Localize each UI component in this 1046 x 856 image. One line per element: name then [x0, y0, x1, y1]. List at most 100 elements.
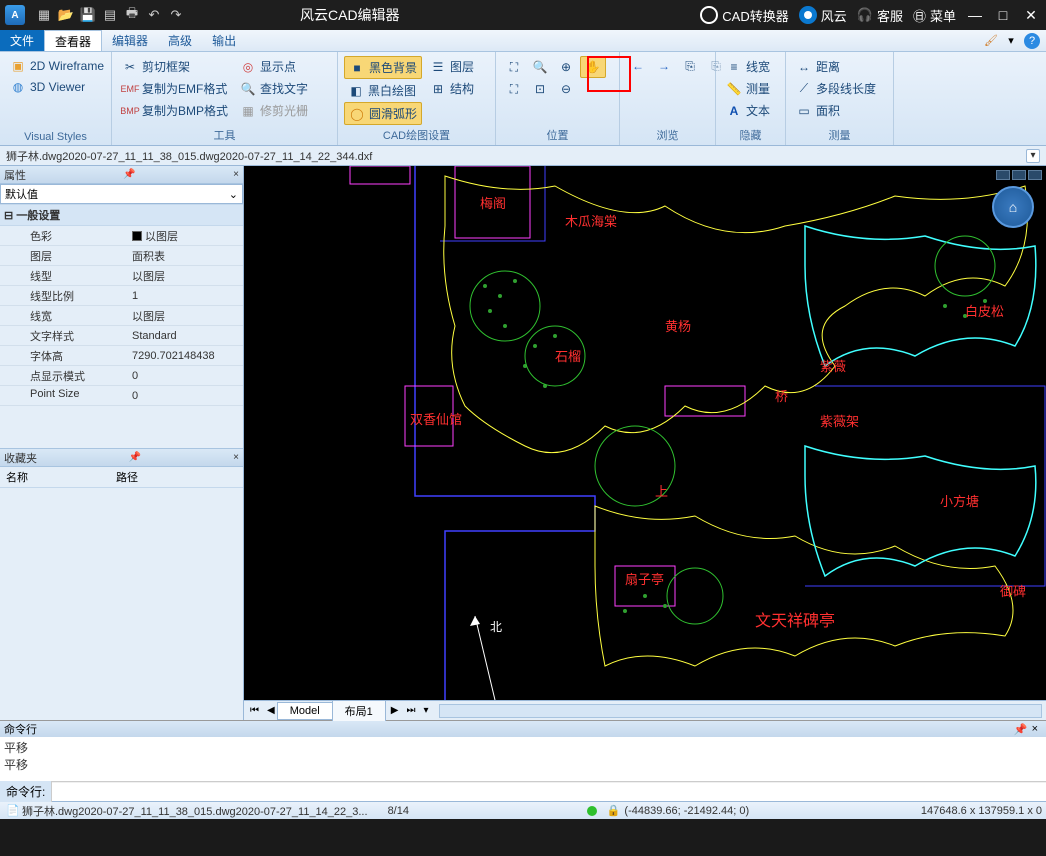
tab-dropdown-icon[interactable]: ▾ — [422, 705, 431, 716]
tab-output[interactable]: 输出 — [202, 30, 246, 51]
canvas-max-icon[interactable] — [1012, 170, 1026, 180]
zoom-in-icon: ⊕ — [558, 59, 574, 75]
prop-value[interactable]: 以图层 — [128, 306, 243, 325]
maximize-button[interactable]: □ — [994, 6, 1012, 24]
prop-value[interactable]: 0 — [128, 386, 243, 405]
clip-frame-button[interactable]: ✂剪切框架 — [118, 56, 232, 77]
zoom-extents-button[interactable]: 🔍 — [528, 56, 552, 78]
nav-copy-button[interactable]: ⎘ — [704, 56, 728, 76]
copy-emf-button[interactable]: EMF复制为EMF格式 — [118, 78, 232, 99]
open-icon[interactable]: 📂 — [58, 7, 74, 23]
tab-first-icon[interactable]: ⏮ — [248, 705, 261, 716]
h-scrollbar[interactable] — [439, 704, 1042, 718]
zoom-sel-button[interactable]: ⊡ — [528, 79, 552, 99]
redo-icon[interactable]: ↷ — [168, 7, 184, 23]
tab-viewer[interactable]: 查看器 — [44, 30, 102, 51]
help-icon[interactable]: ? — [1024, 33, 1040, 49]
polyline-len-button[interactable]: ⟋多段线长度 — [792, 78, 880, 99]
dropdown-icon[interactable]: ▾ — [1004, 34, 1018, 48]
zoom-window-button[interactable]: ⛶ — [502, 56, 526, 78]
nav-export-button[interactable]: ⎘ — [678, 56, 702, 76]
viewer-3d-button[interactable]: ◍3D Viewer — [6, 77, 108, 97]
prop-row[interactable]: 点显示模式0 — [0, 366, 243, 386]
fav-col-path: 路径 — [110, 469, 144, 485]
tab-last-icon[interactable]: ⏭ — [405, 705, 418, 716]
command-input[interactable] — [52, 783, 1046, 801]
distance-button[interactable]: ↔距离 — [792, 56, 880, 77]
prop-value[interactable]: 1 — [128, 286, 243, 305]
prop-value[interactable]: 0 — [128, 366, 243, 385]
prop-row[interactable]: 色彩以图层 — [0, 226, 243, 246]
prop-value[interactable]: 7290.702148438 — [128, 346, 243, 365]
save-icon[interactable]: 💾 — [80, 7, 96, 23]
zoom-out-button[interactable]: ⊖ — [554, 79, 578, 99]
wireframe-2d-button[interactable]: ▣2D Wireframe — [6, 56, 108, 76]
prop-section[interactable]: ⊟ 一般设置 — [0, 204, 243, 226]
panel-close-icon[interactable]: × — [1028, 723, 1042, 735]
structure-button[interactable]: ⊞结构 — [426, 78, 478, 99]
close-doc-button[interactable]: ▾ — [1026, 149, 1040, 163]
zoom-all-button[interactable]: ⛶ — [502, 79, 526, 99]
pin-icon[interactable]: 📌 — [1014, 723, 1028, 736]
drawing-canvas[interactable]: ⌂ — [244, 166, 1046, 700]
line-width-button[interactable]: ≡线宽 — [722, 56, 774, 77]
polyline-icon: ⟋ — [796, 81, 812, 97]
prop-row[interactable]: Point Size0 — [0, 386, 243, 406]
panel-close-icon[interactable]: × — [233, 169, 239, 180]
tab-prev-icon[interactable]: ◀ — [265, 705, 277, 716]
prop-value[interactable]: 面积表 — [128, 246, 243, 265]
cad-converter-button[interactable]: CAD转换器 — [700, 6, 788, 25]
bw-draw-button[interactable]: ◧黑白绘图 — [344, 80, 422, 101]
print-icon[interactable]: 🖶 — [124, 7, 140, 23]
status-dims: 147648.6 x 137959.1 x 0 — [921, 805, 1042, 817]
tab-model[interactable]: Model — [277, 702, 333, 720]
canvas-close-icon[interactable] — [1028, 170, 1042, 180]
zoom-in-button[interactable]: ⊕ — [554, 56, 578, 78]
area-button[interactable]: ▭面积 — [792, 100, 880, 121]
support-button[interactable]: 🎧客服 — [857, 6, 903, 25]
pin-icon[interactable]: 📌 — [123, 169, 135, 180]
tab-layout1[interactable]: 布局1 — [332, 700, 386, 722]
prop-value[interactable]: 以图层 — [128, 266, 243, 285]
view-cube-icon[interactable]: ⌂ — [992, 186, 1034, 228]
document-tab[interactable]: 狮子林.dwg2020-07-27_11_11_38_015.dwg2020-0… — [6, 148, 372, 164]
export-pdf-icon[interactable]: ▤ — [102, 7, 118, 23]
text-hide-button[interactable]: A文本 — [722, 100, 774, 121]
brand-button[interactable]: 风云 — [799, 6, 847, 25]
pin-icon[interactable]: 📌 — [129, 452, 141, 463]
menu-button[interactable]: ㊐菜单 — [913, 6, 956, 25]
close-button[interactable]: ✕ — [1022, 6, 1040, 24]
measure-hide-button[interactable]: 📏测量 — [722, 78, 774, 99]
black-bg-button[interactable]: ■黑色背景 — [344, 56, 422, 79]
minimize-button[interactable]: — — [966, 6, 984, 24]
pan-button[interactable]: ✋ — [580, 56, 606, 78]
find-text-button[interactable]: 🔍查找文字 — [236, 78, 312, 99]
default-combo[interactable]: 默认值⌄ — [0, 184, 243, 204]
prop-value[interactable]: Standard — [128, 326, 243, 345]
new-file-icon[interactable]: ▦ — [36, 7, 52, 23]
layers-button[interactable]: ☰图层 — [426, 56, 478, 77]
lock-icon: 🔒 — [607, 804, 621, 817]
chevron-down-icon: ⌄ — [229, 188, 238, 201]
copy-bmp-button[interactable]: BMP复制为BMP格式 — [118, 100, 232, 121]
smooth-arc-button[interactable]: ◯圆滑弧形 — [344, 102, 422, 125]
trim-raster-button[interactable]: ▦修剪光栅 — [236, 100, 312, 121]
tab-next-icon[interactable]: ▶ — [389, 705, 401, 716]
prop-row[interactable]: 线型比例1 — [0, 286, 243, 306]
prop-row[interactable]: 线型以图层 — [0, 266, 243, 286]
tab-file[interactable]: 文件 — [0, 30, 44, 51]
prop-row[interactable]: 线宽以图层 — [0, 306, 243, 326]
tab-advanced[interactable]: 高级 — [158, 30, 202, 51]
nav-back-button[interactable]: ← — [626, 56, 650, 76]
panel-close-icon[interactable]: × — [233, 452, 239, 463]
prop-row[interactable]: 字体高7290.702148438 — [0, 346, 243, 366]
paintbrush-icon[interactable]: 🖌 — [984, 34, 998, 48]
undo-icon[interactable]: ↶ — [146, 7, 162, 23]
canvas-min-icon[interactable] — [996, 170, 1010, 180]
prop-row[interactable]: 图层面积表 — [0, 246, 243, 266]
show-point-button[interactable]: ◎显示点 — [236, 56, 312, 77]
tab-editor[interactable]: 编辑器 — [102, 30, 158, 51]
prop-value[interactable]: 以图层 — [128, 226, 243, 245]
prop-row[interactable]: 文字样式Standard — [0, 326, 243, 346]
nav-fwd-button[interactable]: → — [652, 56, 676, 76]
